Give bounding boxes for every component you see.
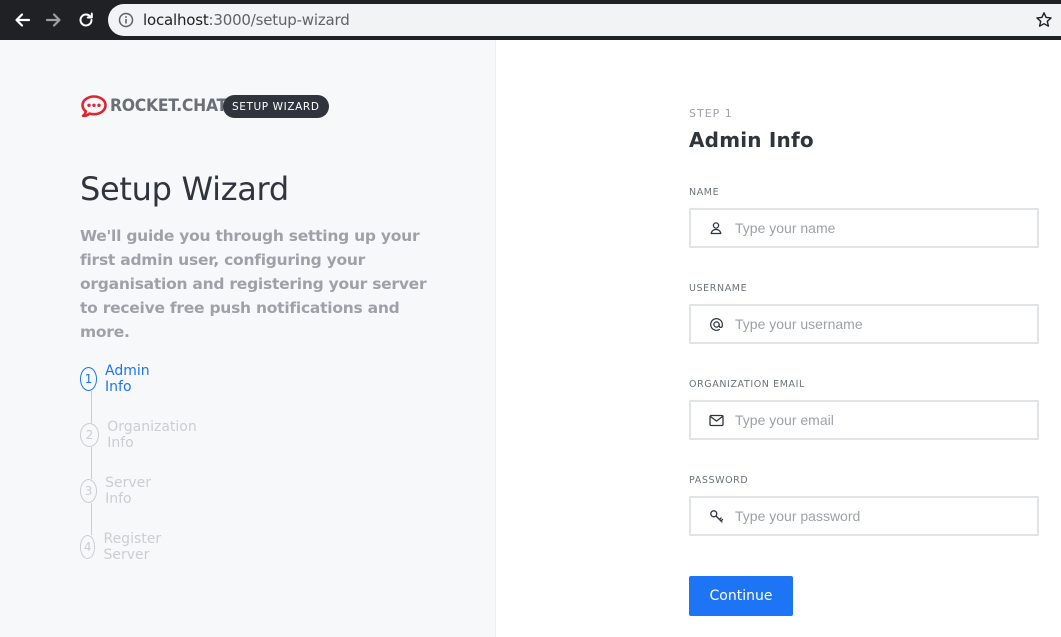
mail-icon (707, 411, 725, 429)
brand-name: ROCKET.CHAT (110, 96, 227, 116)
step-label: Admin Info (105, 363, 150, 395)
name-input[interactable] (735, 220, 1015, 236)
at-icon (707, 315, 725, 333)
reload-icon (79, 12, 93, 27)
step-label: Organization Info (107, 419, 197, 451)
arrow-left-icon (15, 13, 31, 27)
form-title: Admin Info (689, 128, 814, 152)
name-field[interactable] (689, 208, 1039, 248)
step-number: 4 (80, 535, 96, 559)
step-register-server: 4 Register Server (80, 531, 170, 563)
step-caption: STEP 1 (689, 107, 733, 120)
rocketchat-logo: ROCKET.CHAT (80, 94, 237, 118)
url-text: localhost:3000/setup-wizard (143, 11, 350, 29)
step-number: 2 (80, 423, 100, 447)
arrow-right-icon (45, 13, 61, 27)
bookmark-star-icon[interactable] (1035, 11, 1053, 29)
password-input[interactable] (735, 508, 1015, 524)
step-number: 1 (80, 367, 98, 391)
admin-info-form: STEP 1 Admin Info NAME USERNAME ORGANIZA… (495, 40, 1061, 637)
password-field[interactable] (689, 496, 1039, 536)
info-icon[interactable] (118, 12, 134, 28)
setup-wizard-badge: SETUP WIZARD (223, 95, 329, 118)
name-label: NAME (689, 187, 720, 198)
step-number: 3 (80, 479, 98, 503)
intro-description: We'll guide you through setting up your … (80, 227, 427, 341)
reload-button[interactable] (76, 10, 96, 30)
url-path: :3000/setup-wizard (208, 11, 350, 29)
url-host: localhost (143, 11, 209, 29)
browser-toolbar: localhost:3000/setup-wizard (0, 0, 1061, 40)
step-connector (91, 391, 92, 423)
username-input[interactable] (735, 316, 1015, 332)
step-organization-info: 2 Organization Info (80, 419, 202, 451)
key-icon (707, 507, 725, 525)
organization-email-label: ORGANIZATION EMAIL (689, 379, 805, 390)
back-button[interactable] (12, 10, 32, 30)
password-label: PASSWORD (689, 475, 749, 486)
address-bar[interactable]: localhost:3000/setup-wizard (108, 4, 1061, 36)
forward-button[interactable] (44, 10, 64, 30)
rocketchat-logo-icon (81, 95, 107, 118)
email-input[interactable] (735, 412, 1015, 428)
step-label: Register Server (103, 531, 162, 563)
intro-panel: ROCKET.CHAT SETUP WIZARD Setup Wizard We… (0, 40, 495, 637)
organization-email-field[interactable] (689, 400, 1039, 440)
step-admin-info: 1 Admin Info (80, 363, 157, 395)
step-connector (91, 447, 92, 479)
step-server-info: 3 Server Info (80, 475, 158, 507)
continue-button[interactable]: Continue (689, 576, 793, 616)
user-icon (707, 219, 725, 237)
username-label: USERNAME (689, 283, 748, 294)
page-title: Setup Wizard (80, 170, 289, 208)
step-connector (91, 503, 92, 535)
step-label: Server Info (105, 475, 152, 507)
username-field[interactable] (689, 304, 1039, 344)
